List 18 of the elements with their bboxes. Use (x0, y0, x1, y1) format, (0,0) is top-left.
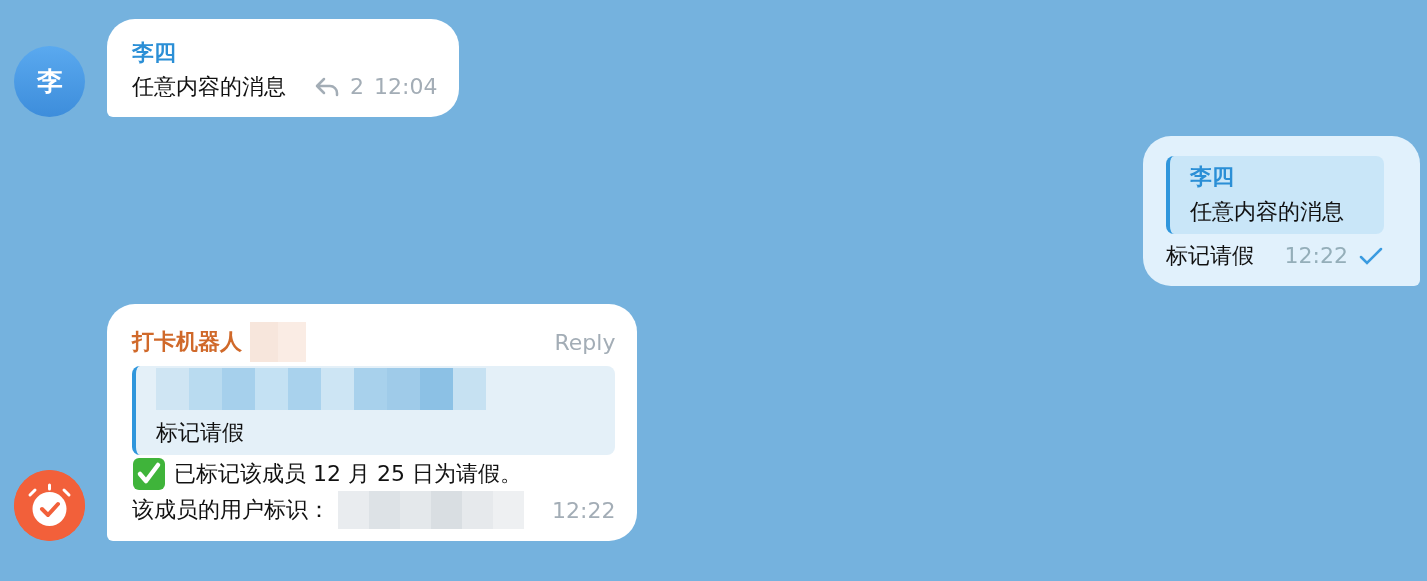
message-text: 已标记该成员 12 月 25 日为请假。 (174, 460, 522, 488)
quoted-sender: 李四 (1190, 163, 1235, 191)
sender-name: 李四 (132, 39, 176, 67)
quoted-message[interactable]: 标记请假 (132, 366, 616, 455)
reply-icon (314, 77, 340, 97)
alarm-clock-avatar-icon[interactable] (14, 470, 85, 541)
message-text: 任意内容的消息 (132, 73, 286, 101)
message-time: 12:22 (1284, 242, 1348, 270)
reply-count: 2 (350, 73, 364, 101)
message-text: 标记请假 (1166, 242, 1254, 270)
quoted-text: 标记请假 (156, 419, 245, 447)
quoted-message[interactable]: 李四 任意内容的消息 (1166, 156, 1384, 234)
message-text: 该成员的用户标识： (132, 496, 330, 524)
quoted-text: 任意内容的消息 (1190, 198, 1344, 226)
sender-name: 打卡机器人 (132, 328, 242, 356)
message-time: 12:04 (374, 73, 438, 101)
check-mark-icon (132, 457, 166, 491)
message-time: 12:22 (552, 497, 616, 525)
